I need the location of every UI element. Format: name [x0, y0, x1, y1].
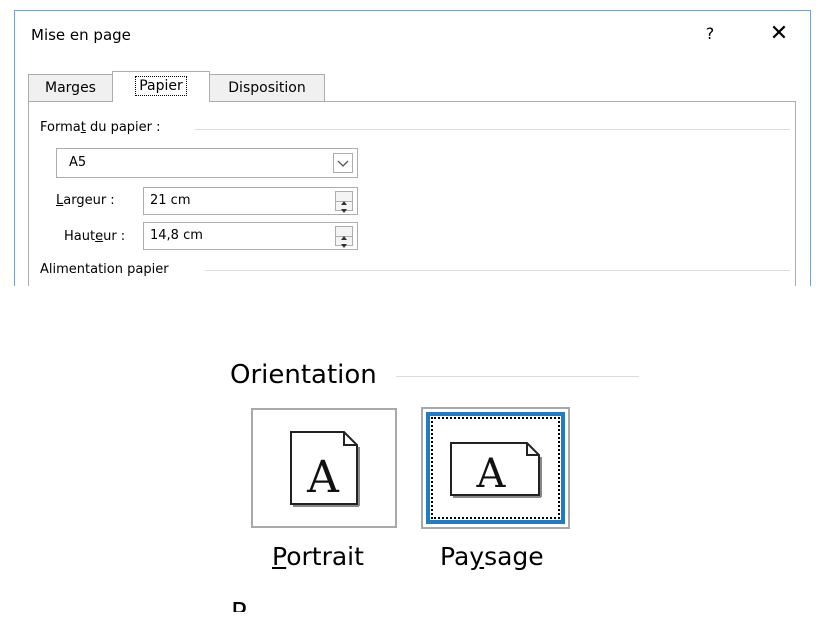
- landscape-page-icon: A: [450, 442, 542, 498]
- portrait-glyph: A: [306, 452, 340, 503]
- group-divider: [396, 376, 639, 377]
- truncated-label: P: [231, 598, 247, 612]
- title-bar: Mise en page ? ✕: [15, 11, 810, 59]
- height-label: Hauteur :: [64, 229, 126, 244]
- portrait-label: Portrait: [272, 542, 364, 571]
- spin-down-icon[interactable]: [336, 201, 352, 213]
- height-spinner[interactable]: [335, 226, 353, 248]
- height-input[interactable]: 14,8 cm: [143, 222, 358, 250]
- paper-format-label: Format du papier :: [40, 120, 167, 135]
- width-spinner[interactable]: [335, 191, 353, 213]
- width-value: 21 cm: [150, 193, 191, 208]
- paper-source-label: Alimentation papier: [40, 262, 175, 277]
- height-value: 14,8 cm: [150, 228, 203, 243]
- chevron-down-icon[interactable]: [333, 153, 353, 173]
- portrait-button[interactable]: A: [251, 408, 397, 528]
- spin-down-icon[interactable]: [336, 236, 352, 248]
- group-divider: [205, 270, 790, 271]
- tab-label: Papier: [135, 76, 187, 96]
- tab-marges[interactable]: Marges: [28, 74, 113, 101]
- width-label: Largeur :: [56, 193, 115, 208]
- landscape-glyph: A: [476, 451, 507, 497]
- close-button[interactable]: ✕: [761, 19, 797, 49]
- tab-papier[interactable]: Papier: [112, 71, 210, 102]
- orientation-label: Orientation: [230, 360, 377, 390]
- paper-format-value: A5: [69, 155, 87, 170]
- landscape-label: Paysage: [440, 542, 544, 571]
- dialog-title: Mise en page: [31, 26, 131, 44]
- width-input[interactable]: 21 cm: [143, 187, 358, 215]
- tab-label: Marges: [45, 80, 96, 96]
- paper-format-select[interactable]: A5: [56, 148, 358, 178]
- portrait-page-icon: A: [290, 431, 360, 507]
- landscape-button[interactable]: A: [421, 407, 570, 529]
- tab-label: Disposition: [228, 80, 306, 96]
- group-divider: [195, 129, 790, 130]
- help-button[interactable]: ?: [695, 21, 725, 47]
- tab-disposition[interactable]: Disposition: [209, 74, 325, 101]
